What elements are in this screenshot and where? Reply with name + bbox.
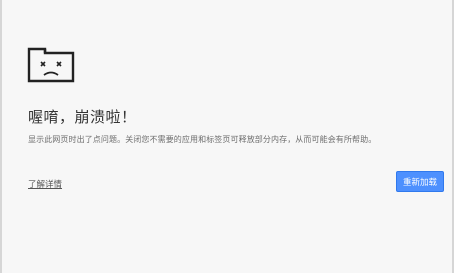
learn-more-link[interactable]: 了解详情 <box>28 178 62 190</box>
sad-tab-icon <box>27 47 75 83</box>
reload-button[interactable]: 重新加载 <box>396 171 444 192</box>
window-border-left <box>0 0 2 273</box>
error-page: 喔唷，崩溃啦！ 显示此网页时出了点问题。关闭您不需要的应用和标签页可释放部分内存… <box>0 0 454 273</box>
error-title: 喔唷，崩溃啦！ <box>28 108 137 126</box>
error-message: 显示此网页时出了点问题。关闭您不需要的应用和标签页可释放部分内存，从而可能会有所… <box>28 135 377 144</box>
